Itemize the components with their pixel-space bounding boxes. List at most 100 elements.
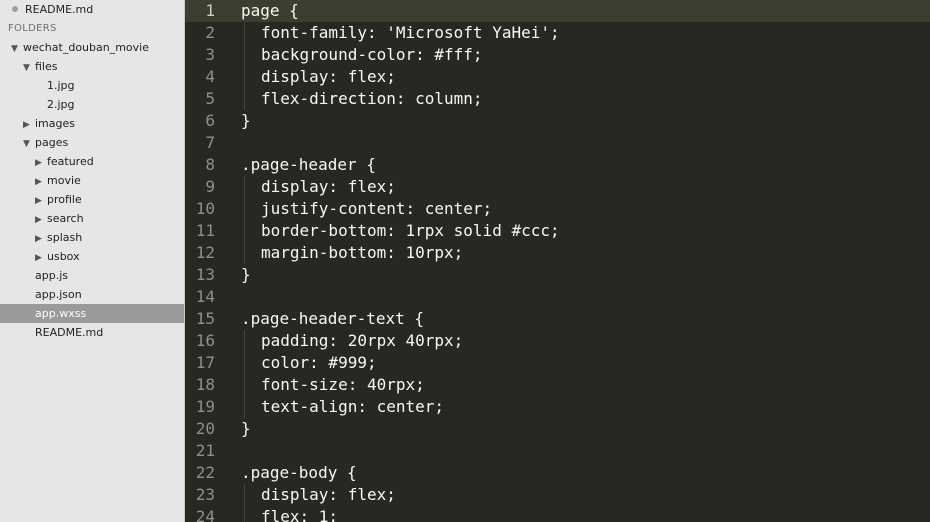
indent-guide bbox=[241, 374, 261, 396]
indent-guide bbox=[241, 44, 261, 66]
tree-folder-item[interactable]: ▶ search bbox=[0, 209, 184, 228]
indent-guide bbox=[241, 66, 261, 88]
line-number-gutter: 1 2 3 4 5 6 7 8 9 10 11 12 13 14 15 16 17 18 19 20 21 22 23 24 bbox=[185, 0, 229, 522]
indent-guide bbox=[241, 506, 261, 522]
line-number: 2 bbox=[205, 23, 215, 42]
code-line[interactable]: margin-bottom: 10rpx; bbox=[229, 242, 930, 264]
line-number: 18 bbox=[195, 375, 215, 394]
code-line[interactable]: display: flex; bbox=[229, 66, 930, 88]
code-text: text-align: center; bbox=[261, 397, 445, 416]
code-line[interactable]: background-color: #fff; bbox=[229, 44, 930, 66]
line-number: 15 bbox=[195, 309, 215, 328]
code-line[interactable]: .page-body { bbox=[229, 462, 930, 484]
indent-guide bbox=[241, 330, 261, 352]
code-text: } bbox=[241, 419, 251, 438]
code-text: justify-content: center; bbox=[261, 199, 493, 218]
tree-folder-item[interactable]: ▼ files bbox=[0, 57, 184, 76]
line-number: 17 bbox=[195, 353, 215, 372]
code-line[interactable]: page { bbox=[229, 0, 930, 22]
tree-item-label: 2.jpg bbox=[47, 98, 75, 111]
tree-file-item[interactable]: 2.jpg bbox=[0, 95, 184, 114]
code-text: margin-bottom: 10rpx; bbox=[261, 243, 464, 262]
tree-file-item[interactable]: app.wxss bbox=[0, 304, 184, 323]
code-text: .page-header-text { bbox=[241, 309, 425, 328]
code-text: flex-direction: column; bbox=[261, 89, 483, 108]
tree-item-label: usbox bbox=[47, 250, 80, 263]
code-line[interactable]: .page-header { bbox=[229, 154, 930, 176]
line-number: 13 bbox=[195, 265, 215, 284]
indent-guide bbox=[241, 484, 261, 506]
code-line[interactable]: font-family: 'Microsoft YaHei'; bbox=[229, 22, 930, 44]
code-line[interactable]: flex: 1; bbox=[229, 506, 930, 522]
line-number: 23 bbox=[195, 485, 215, 504]
line-number: 19 bbox=[195, 397, 215, 416]
tree-folder-item[interactable]: ▼ pages bbox=[0, 133, 184, 152]
tree-folder-item[interactable]: ▶ movie bbox=[0, 171, 184, 190]
indent-guide bbox=[241, 176, 261, 198]
tree-file-item[interactable]: README.md bbox=[0, 323, 184, 342]
tree-folder-item[interactable]: ▶ usbox bbox=[0, 247, 184, 266]
tree-file-item[interactable]: app.js bbox=[0, 266, 184, 285]
tree-item-label: pages bbox=[35, 136, 69, 149]
code-line[interactable] bbox=[229, 440, 930, 462]
code-line[interactable]: text-align: center; bbox=[229, 396, 930, 418]
tree-folder-item[interactable]: ▶ splash bbox=[0, 228, 184, 247]
tree-folder-item[interactable]: ▶ featured bbox=[0, 152, 184, 171]
line-number: 10 bbox=[195, 199, 215, 218]
line-number: 14 bbox=[195, 287, 215, 306]
code-editor[interactable]: page {font-family: 'Microsoft YaHei'; bac… bbox=[229, 0, 930, 522]
tree-item-label: app.json bbox=[35, 288, 82, 301]
sidebar: README.md FOLDERS ▼ wechat_douban_movie ▼ fil… bbox=[0, 0, 185, 522]
code-line[interactable]: color: #999; bbox=[229, 352, 930, 374]
code-text: display: flex; bbox=[261, 177, 396, 196]
code-line[interactable] bbox=[229, 286, 930, 308]
line-number: 24 bbox=[195, 507, 215, 522]
line-number: 7 bbox=[205, 133, 215, 152]
tree-folder-item[interactable]: ▶ images bbox=[0, 114, 184, 133]
code-text: border-bottom: 1rpx solid #ccc; bbox=[261, 221, 560, 240]
code-line[interactable]: } bbox=[229, 264, 930, 286]
editor-window: README.md FOLDERS ▼ wechat_douban_movie ▼ fil… bbox=[0, 0, 930, 522]
tree-item-label: wechat_douban_movie bbox=[23, 41, 149, 54]
code-line[interactable]: display: flex; bbox=[229, 484, 930, 506]
tree-item-label: files bbox=[35, 60, 58, 73]
line-number: 5 bbox=[205, 89, 215, 108]
indent-guide bbox=[241, 396, 261, 418]
line-number: 4 bbox=[205, 67, 215, 86]
code-line[interactable]: padding: 20rpx 40rpx; bbox=[229, 330, 930, 352]
code-line[interactable]: display: flex; bbox=[229, 176, 930, 198]
indent-guide bbox=[241, 22, 261, 44]
indent-guide bbox=[241, 220, 261, 242]
line-number: 11 bbox=[195, 221, 215, 240]
code-line[interactable]: } bbox=[229, 418, 930, 440]
tree-folder-item[interactable]: ▶ profile bbox=[0, 190, 184, 209]
code-line[interactable]: border-bottom: 1rpx solid #ccc; bbox=[229, 220, 930, 242]
line-number: 9 bbox=[205, 177, 215, 196]
code-text: font-family: 'Microsoft YaHei'; bbox=[261, 23, 560, 42]
code-text: display: flex; bbox=[261, 67, 396, 86]
code-text: flex: 1; bbox=[261, 507, 339, 522]
code-line[interactable]: } bbox=[229, 110, 930, 132]
code-text: background-color: #fff; bbox=[261, 45, 483, 64]
tree-file-item[interactable]: 1.jpg bbox=[0, 76, 184, 95]
code-text: color: #999; bbox=[261, 353, 377, 372]
line-number: 22 bbox=[195, 463, 215, 482]
line-number: 20 bbox=[195, 419, 215, 438]
line-number: 8 bbox=[205, 155, 215, 174]
code-line[interactable]: .page-header-text { bbox=[229, 308, 930, 330]
open-file-item[interactable]: README.md bbox=[0, 0, 184, 19]
tree-item-label: splash bbox=[47, 231, 83, 244]
code-line[interactable]: justify-content: center; bbox=[229, 198, 930, 220]
tree-folder-item[interactable]: ▼ wechat_douban_movie bbox=[0, 38, 184, 57]
tree-item-label: search bbox=[47, 212, 84, 225]
dot-icon bbox=[12, 6, 18, 12]
code-text: padding: 20rpx 40rpx; bbox=[261, 331, 464, 350]
tree-item-label: app.js bbox=[35, 269, 68, 282]
tree-file-item[interactable]: app.json bbox=[0, 285, 184, 304]
tree-item-label: 1.jpg bbox=[47, 79, 75, 92]
code-text: } bbox=[241, 265, 251, 284]
code-line[interactable]: font-size: 40rpx; bbox=[229, 374, 930, 396]
indent-guide bbox=[241, 88, 261, 110]
code-line[interactable]: flex-direction: column; bbox=[229, 88, 930, 110]
code-line[interactable] bbox=[229, 132, 930, 154]
